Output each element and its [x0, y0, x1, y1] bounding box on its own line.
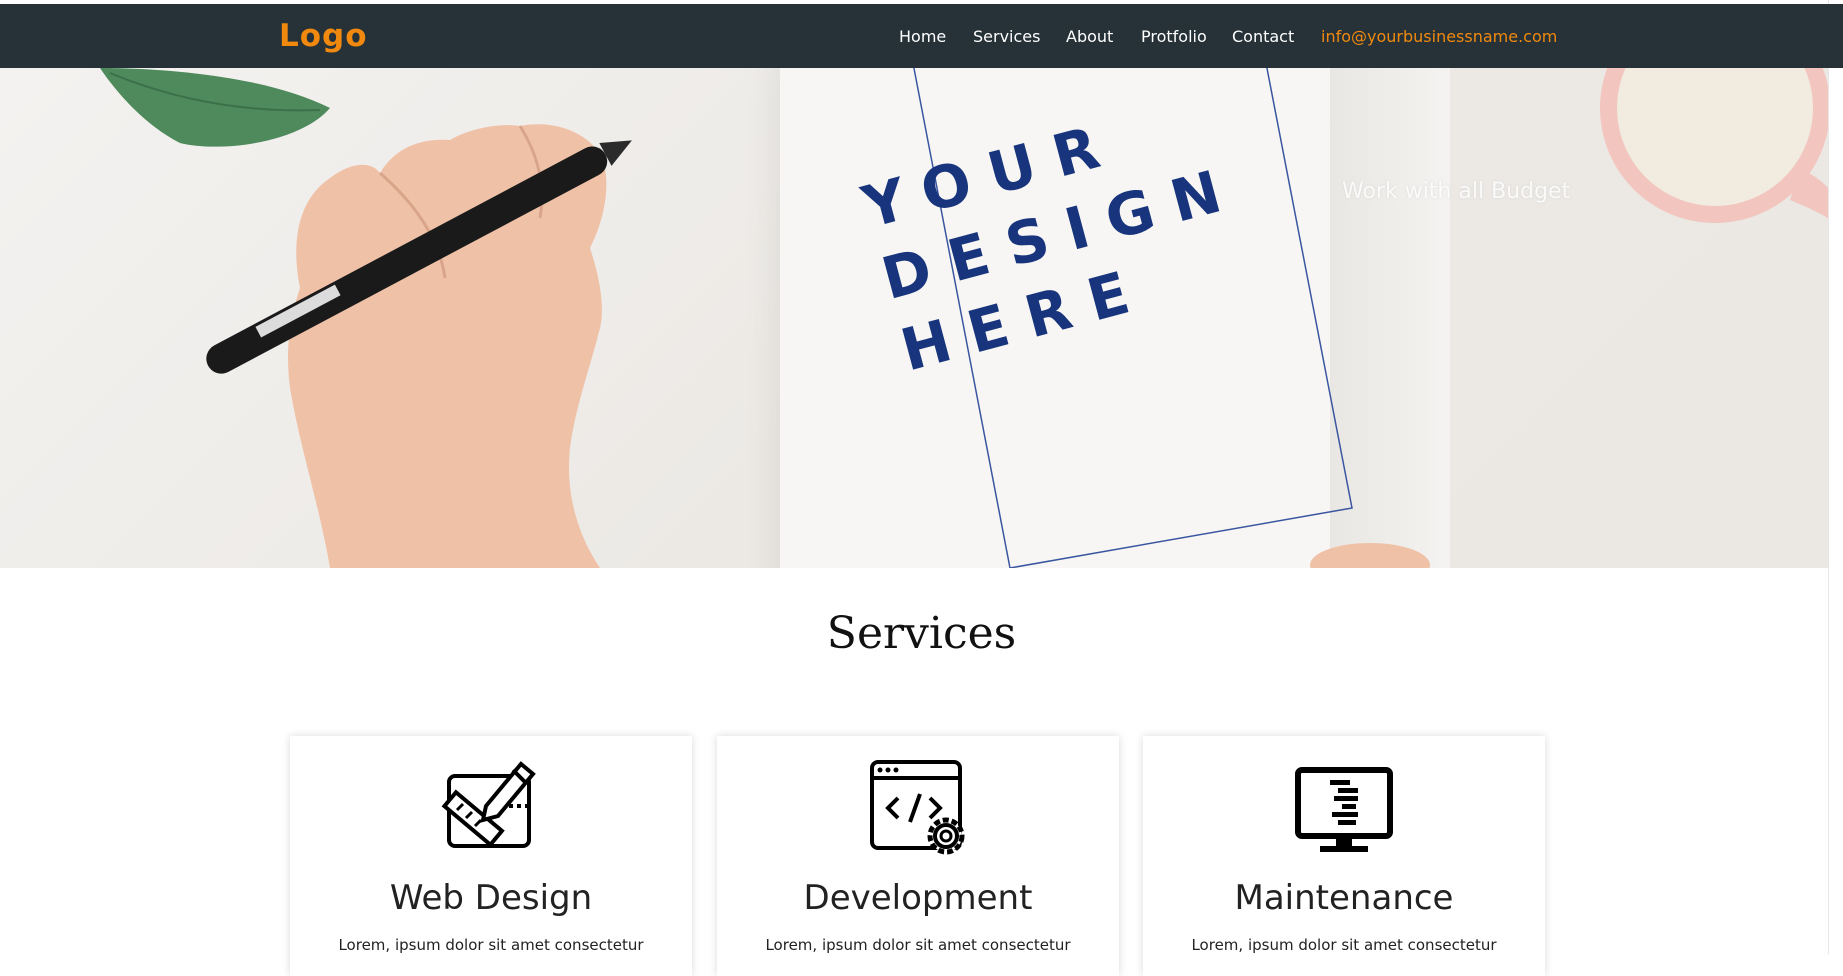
code-gear-icon	[870, 760, 965, 855]
card-text: Lorem, ipsum dolor sit amet consectetur	[338, 936, 644, 954]
nav-link-portfolio[interactable]: Protfolio	[1141, 27, 1207, 46]
service-card-development[interactable]: Development Lorem, ipsum dolor sit amet …	[717, 736, 1119, 976]
nav-link-contact[interactable]: Contact	[1232, 27, 1294, 46]
card-title: Web Design	[389, 878, 593, 918]
hero-banner: YOUR DESIGN HERE Work with all Budget	[0, 68, 1843, 568]
services-title: Services	[826, 608, 1017, 659]
card-title: Development	[803, 878, 1033, 918]
card-title: Maintenance	[1234, 878, 1454, 918]
hero-tagline: Work with all Budget	[1342, 179, 1571, 204]
design-tools-icon	[441, 761, 536, 848]
service-card-maintenance[interactable]: Maintenance Lorem, ipsum dolor sit amet …	[1143, 736, 1545, 976]
nav-email-link[interactable]: info@yourbusinessname.com	[1321, 27, 1557, 46]
navbar: Logo Home Services About Protfolio Conta…	[0, 4, 1843, 68]
scrollbar[interactable]	[1828, 0, 1843, 954]
card-text: Lorem, ipsum dolor sit amet consectetur	[765, 936, 1071, 954]
service-card-web-design[interactable]: Web Design Lorem, ipsum dolor sit amet c…	[290, 736, 692, 976]
page: Logo Home Services About Protfolio Conta…	[0, 0, 1843, 976]
nav-link-home[interactable]: Home	[899, 27, 946, 46]
leaf-shape	[100, 68, 330, 147]
card-text: Lorem, ipsum dolor sit amet consectetur	[1191, 936, 1497, 954]
monitor-icon	[1295, 767, 1393, 852]
nav-links: Home Services About Protfolio Contact in…	[0, 4, 1843, 68]
nav-link-about[interactable]: About	[1066, 27, 1113, 46]
nav-link-services[interactable]: Services	[973, 27, 1040, 46]
fingertips	[1310, 543, 1430, 568]
